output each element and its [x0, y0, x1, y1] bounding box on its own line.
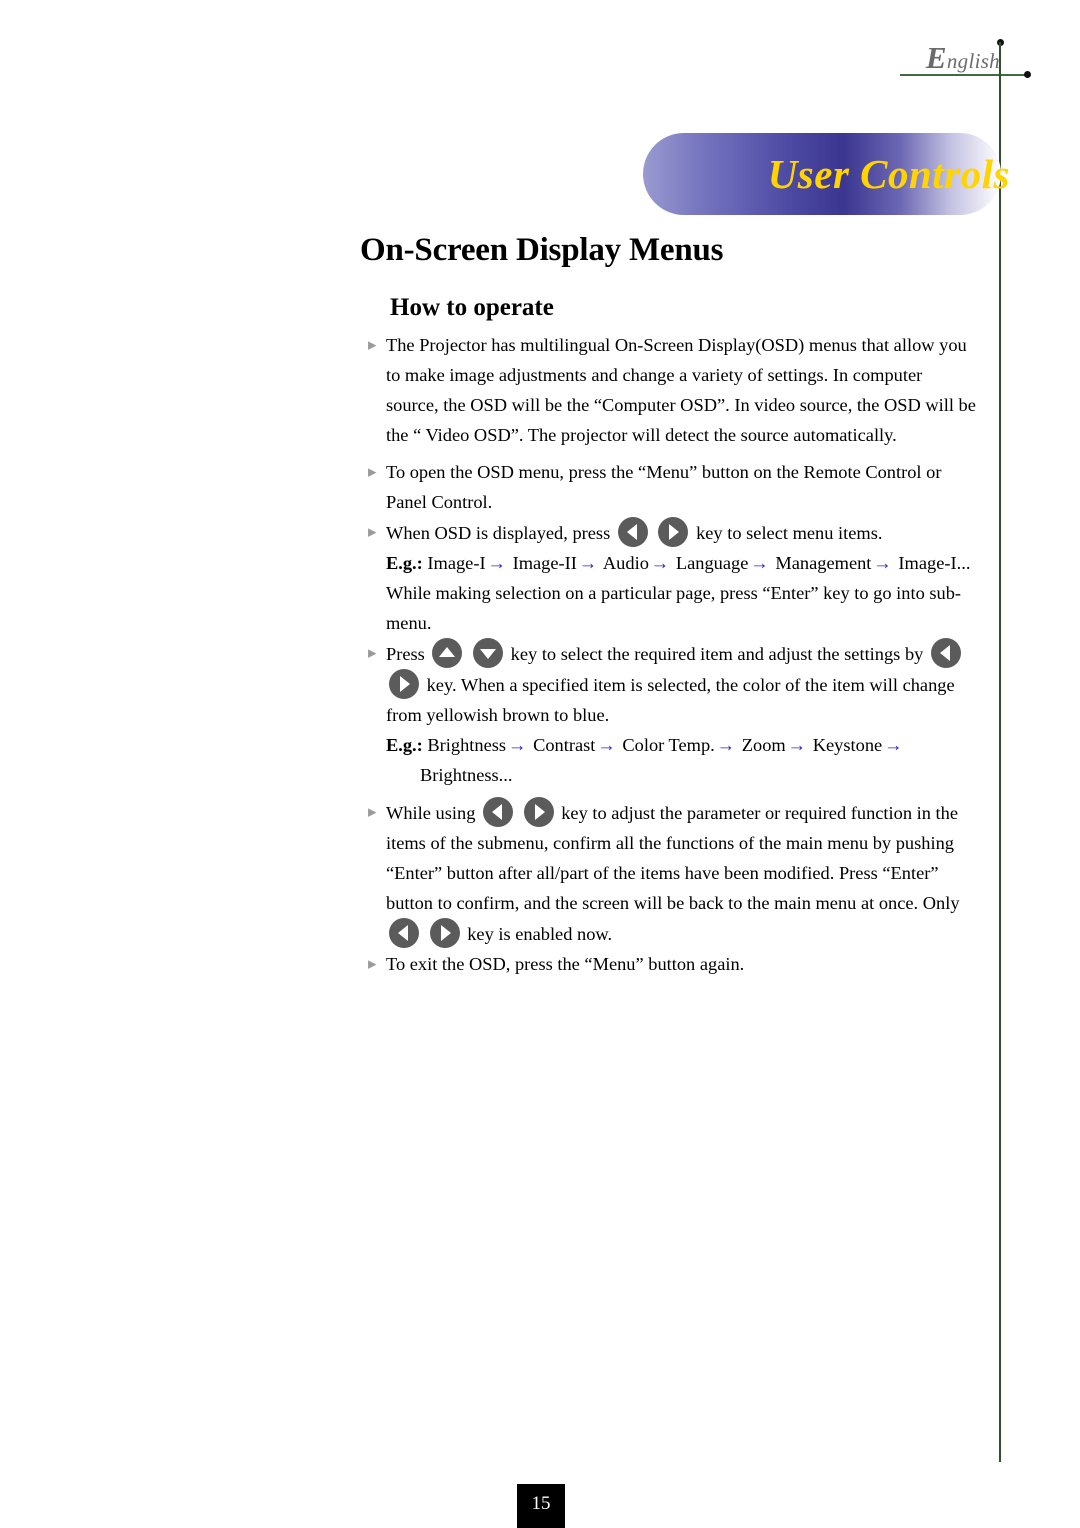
left-arrow-key-icon [617, 517, 648, 547]
paragraph-line: menu. [386, 613, 432, 633]
left-arrow-key-icon [930, 638, 961, 668]
language-label-rest: nglish [946, 49, 1000, 73]
arrow-icon: → [750, 553, 769, 573]
text-fragment: Press [386, 644, 425, 664]
right-arrow-key-icon [658, 517, 689, 547]
example-item: Color Temp. [622, 735, 715, 755]
arrow-icon: → [873, 553, 892, 573]
section-title: How to operate [390, 294, 554, 321]
paragraph-line: source, the OSD will be the “Computer OS… [386, 395, 976, 415]
example-item: Brightness [427, 735, 507, 755]
paragraph-press-keys: ▸ Press key to select the required item … [368, 638, 976, 730]
text-fragment: key. When a specified item is selected, … [426, 675, 955, 695]
example-item: Zoom [741, 735, 786, 755]
example-label: E.g.: [386, 735, 423, 755]
arrow-icon: → [487, 553, 506, 573]
paragraph-adjust-parameter: ▸ While using key to adjust the paramete… [368, 797, 976, 949]
paragraph-exit-osd: ▸ To exit the OSD, press the “Menu” butt… [368, 949, 976, 979]
example-submenu-sequence: E.g.: Brightness → Contrast → Color Temp. →… [368, 730, 976, 760]
example-item: Image-I... [898, 553, 971, 573]
arrow-icon: → [508, 735, 527, 755]
left-arrow-key-icon [483, 797, 513, 827]
text-fragment: key is enabled now. [467, 924, 613, 944]
paragraph-line: items of the submenu, confirm all the fu… [386, 833, 954, 853]
chapter-banner-title: User Controls [767, 151, 1010, 197]
paragraph-line: To exit the OSD, press the “Menu” button… [386, 954, 745, 974]
decoration-dot-right [1024, 71, 1031, 78]
vertical-rule-decoration [999, 42, 1001, 1462]
example-item: Management [775, 553, 872, 573]
arrow-icon: → [787, 735, 807, 755]
arrow-icon: → [597, 735, 616, 755]
bullet-marker-icon: ▸ [368, 954, 377, 973]
paragraph-line: Press key to select the required item an… [386, 638, 976, 669]
paragraph-line: to make image adjustments and change a v… [386, 365, 923, 385]
text-fragment: key to adjust the parameter or required … [561, 803, 959, 823]
right-arrow-key-icon [389, 669, 419, 699]
paragraph-select-menu-items: ▸ When OSD is displayed, press key to se… [368, 517, 976, 548]
example-submenu-tail: Brightness... [420, 765, 513, 785]
bullet-marker-icon: ▸ [368, 802, 377, 821]
up-arrow-key-icon [432, 638, 463, 668]
example-item: Language [675, 553, 749, 573]
paragraph-line: the “ Video OSD”. The projector will det… [386, 425, 897, 445]
paragraph-line: “Enter” button after all/part of the ite… [386, 863, 939, 883]
paragraph-line: button to confirm, and the screen will b… [386, 893, 960, 913]
text-fragment: key to select the required item and adju… [510, 644, 924, 664]
example-item: Contrast [533, 735, 596, 755]
bullet-marker-icon: ▸ [368, 522, 377, 541]
arrow-icon: → [884, 735, 903, 755]
text-fragment: key to select menu items. [696, 523, 883, 543]
paragraph-line: key. When a specified item is selected, … [386, 669, 976, 700]
example-item: Image-II [512, 553, 577, 573]
horizontal-rule-decoration [900, 74, 1028, 76]
paragraph-line: key is enabled now. [386, 918, 976, 949]
right-arrow-key-icon [523, 797, 554, 827]
down-arrow-key-icon [473, 638, 504, 668]
paragraph-projector-osd: ▸ The Projector has multilingual On-Scre… [368, 330, 976, 450]
example-main-menu-sequence: E.g.: Image-I → Image-II → Audio → Language… [368, 548, 976, 578]
arrow-icon: → [578, 553, 598, 573]
paragraph-line: The Projector has multilingual On-Screen… [386, 335, 967, 355]
example-item: Keystone [812, 735, 883, 755]
paragraph-line: To open the OSD menu, press the “Menu” b… [386, 462, 942, 482]
paragraph-line: Panel Control. [386, 492, 493, 512]
bullet-marker-icon: ▸ [368, 643, 377, 662]
page-title: On-Screen Display Menus [360, 232, 724, 268]
example-item: Image-I [427, 553, 486, 573]
arrow-icon: → [650, 553, 670, 573]
paragraph-line: While using key to adjust the parameter … [386, 797, 976, 828]
language-label-capital: E [925, 40, 947, 75]
page-number: 15 [517, 1484, 565, 1528]
right-arrow-key-icon [429, 918, 460, 948]
text-fragment: While using [386, 803, 476, 823]
paragraph-line: While making selection on a particular p… [386, 583, 962, 603]
example-label: E.g.: [386, 553, 423, 573]
paragraph-line: When OSD is displayed, press key to sele… [386, 517, 976, 548]
left-arrow-key-icon [389, 918, 419, 948]
body-content: ▸ The Projector has multilingual On-Scre… [368, 330, 976, 979]
paragraph-line: from yellowish brown to blue. [386, 705, 610, 725]
paragraph-enter-submenu: While making selection on a particular p… [368, 578, 976, 638]
language-label: English [926, 40, 1000, 76]
arrow-icon: → [716, 735, 736, 755]
text-fragment: When OSD is displayed, press [386, 523, 611, 543]
paragraph-open-osd: ▸ To open the OSD menu, press the “Menu”… [368, 457, 976, 517]
example-item: Audio [602, 553, 649, 573]
bullet-marker-icon: ▸ [368, 335, 377, 354]
bullet-marker-icon: ▸ [368, 462, 377, 481]
page-header-decoration: English [0, 0, 1080, 110]
